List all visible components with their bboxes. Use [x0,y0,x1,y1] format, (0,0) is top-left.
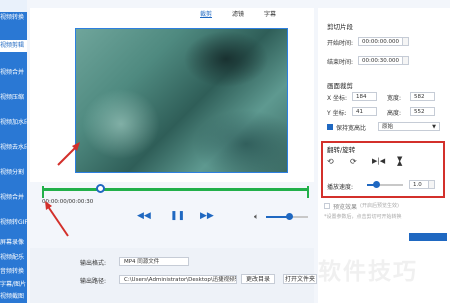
width-label: 宽度: [387,95,402,102]
keep-ratio-label: 保持宽高比 [336,125,367,132]
end-time-label: 结束时间: [327,59,354,66]
start-time-input[interactable]: 00:00:00.000 [358,37,403,46]
rotate-right-icon[interactable]: ⟳ [350,157,357,166]
open-folder-button[interactable]: 打开文件夹 [283,274,317,284]
rotate-section-title: 翻转/旋转 [327,146,356,154]
speed-slider[interactable] [367,181,403,188]
sidebar-item-remove-watermark[interactable]: 视频去水印 [0,142,27,154]
sidebar-item-subtitle[interactable]: 字幕/图片 [0,279,27,291]
sidebar-item-split[interactable]: 视频分割 [0,167,27,179]
change-dir-button[interactable]: 更改目录 [241,274,275,284]
output-format-label: 输出格式: [80,260,107,267]
end-time-spinner[interactable] [403,56,409,65]
crop-section-title: 画面裁剪 [327,82,353,90]
tab-crop[interactable]: 裁剪 [200,9,213,18]
speed-input[interactable]: 1.0 [409,180,429,189]
app-logo [0,0,27,12]
speed-knob[interactable] [372,181,380,188]
speed-label: 播放速度: [327,184,354,191]
speed-spinner[interactable] [429,180,435,189]
sidebar-item-add-watermark[interactable]: 视频加水印 [0,117,27,129]
sidebar-item-music[interactable]: 视频配乐 [0,252,27,264]
sidebar-item-compress[interactable]: 视频压缩 [0,92,27,104]
y-coord-input[interactable]: 41 [352,107,377,116]
output-path-label: 输出路径: [80,278,107,285]
crop-handle-top-left[interactable] [76,29,80,33]
video-preview[interactable] [75,28,288,173]
hint-text: *设置参数后，点击剪切可开始转换 [324,214,402,220]
sidebar-item-gif[interactable]: 视频转GIF [0,217,27,229]
watermark-text: 软件技巧 [318,259,418,285]
preview-effect-note: (开启后预览生效) [360,203,399,209]
y-coord-label: Y 坐标: [327,110,347,117]
height-label: 高度: [387,110,402,117]
keep-ratio-checkbox[interactable] [327,124,333,130]
start-time-spinner[interactable] [403,37,409,46]
output-path-field[interactable]: C:\Users\Administrator\Desktop\迅捷视频转换器 [119,275,237,284]
clip-section-title: 剪切片段 [327,23,353,31]
width-input[interactable]: 582 [410,92,435,101]
apply-button[interactable] [409,233,447,241]
tab-subtitle[interactable]: 字幕 [264,9,276,18]
volume-icon[interactable]: 🔈︎ [254,212,259,222]
sidebar-item-record[interactable]: 屏幕录像 [0,237,27,249]
sidebar-item-merge[interactable]: 视频合并 [0,67,27,79]
crop-handle-bottom-left[interactable] [76,168,80,172]
timeline-playhead[interactable] [96,184,106,193]
output-format-select[interactable]: MP4 同源文件 [119,257,189,266]
chevron-down-icon: ▼ [432,124,436,130]
x-coord-label: X 坐标: [327,95,348,102]
preview-tabs: 裁剪 滤镜 字幕 [200,9,276,18]
rotate-left-icon[interactable]: ⟲ [327,157,334,166]
flip-vertical-icon[interactable]: ▼ ▲ [397,156,402,167]
start-time-label: 开始时间: [327,40,354,47]
volume-knob[interactable] [285,213,293,220]
sidebar-item-edit[interactable]: 视频剪辑 [0,40,27,52]
ratio-select[interactable]: 原始 ▼ [378,122,440,131]
sidebar-item-screenshot[interactable]: 视频截图 [0,291,27,303]
fast-forward-icon[interactable]: ▶▶ [200,212,214,221]
rewind-icon[interactable]: ◀◀ [137,212,151,221]
crop-handle-top-right[interactable] [283,29,287,33]
flip-horizontal-icon[interactable]: ▶|◀ [372,157,385,165]
pause-icon[interactable]: ❚❚ [170,212,185,221]
arrow-to-timeline-start [45,201,69,237]
volume-slider[interactable] [266,213,308,220]
end-time-input[interactable]: 00:00:30.000 [358,56,403,65]
tab-filter[interactable]: 滤镜 [232,9,244,18]
height-input[interactable]: 552 [410,107,435,116]
sidebar-item-convert[interactable]: 视频转换 [0,12,27,24]
sidebar-item-audio[interactable]: 音频转换 [0,266,27,278]
x-coord-input[interactable]: 184 [352,92,377,101]
sidebar-item-merge-2[interactable]: 视频合并 [0,192,27,204]
ratio-value: 原始 [382,124,394,130]
timeline-selection [42,188,309,191]
time-readout: 00:00:00/00:00:30 [42,199,94,205]
preview-effect-checkbox[interactable] [324,203,330,209]
preview-effect-label: 预览效果 [333,204,358,211]
crop-handle-bottom-right[interactable] [283,168,287,172]
timeline-slider[interactable] [42,184,309,193]
